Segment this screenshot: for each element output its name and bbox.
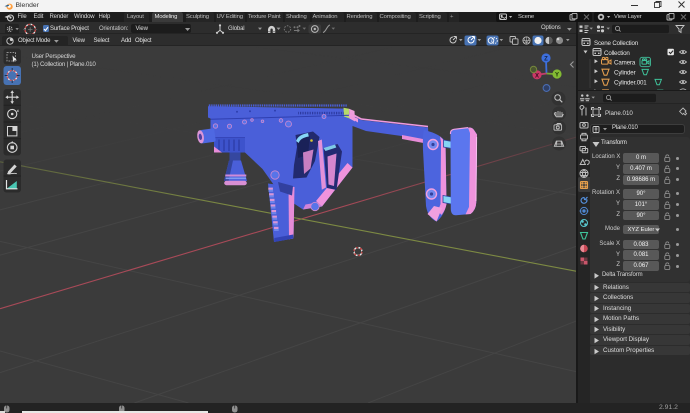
- svg-text:Y: Y: [555, 73, 559, 79]
- svg-text:Z: Z: [544, 57, 548, 63]
- svg-text:Cylinder: Cylinder: [614, 70, 636, 77]
- svg-text:Camera: Camera: [614, 60, 636, 67]
- svg-text:Collection: Collection: [604, 50, 630, 57]
- svg-text:(1) Collection | Plane.010: (1) Collection | Plane.010: [32, 61, 97, 68]
- svg-text:Cylinder.001: Cylinder.001: [614, 80, 647, 87]
- svg-text:Scene Collection: Scene Collection: [594, 40, 639, 47]
- svg-text:Plane.010: Plane.010: [605, 110, 633, 117]
- svg-text:User Perspective: User Perspective: [32, 53, 77, 60]
- svg-text:X: X: [535, 73, 539, 79]
